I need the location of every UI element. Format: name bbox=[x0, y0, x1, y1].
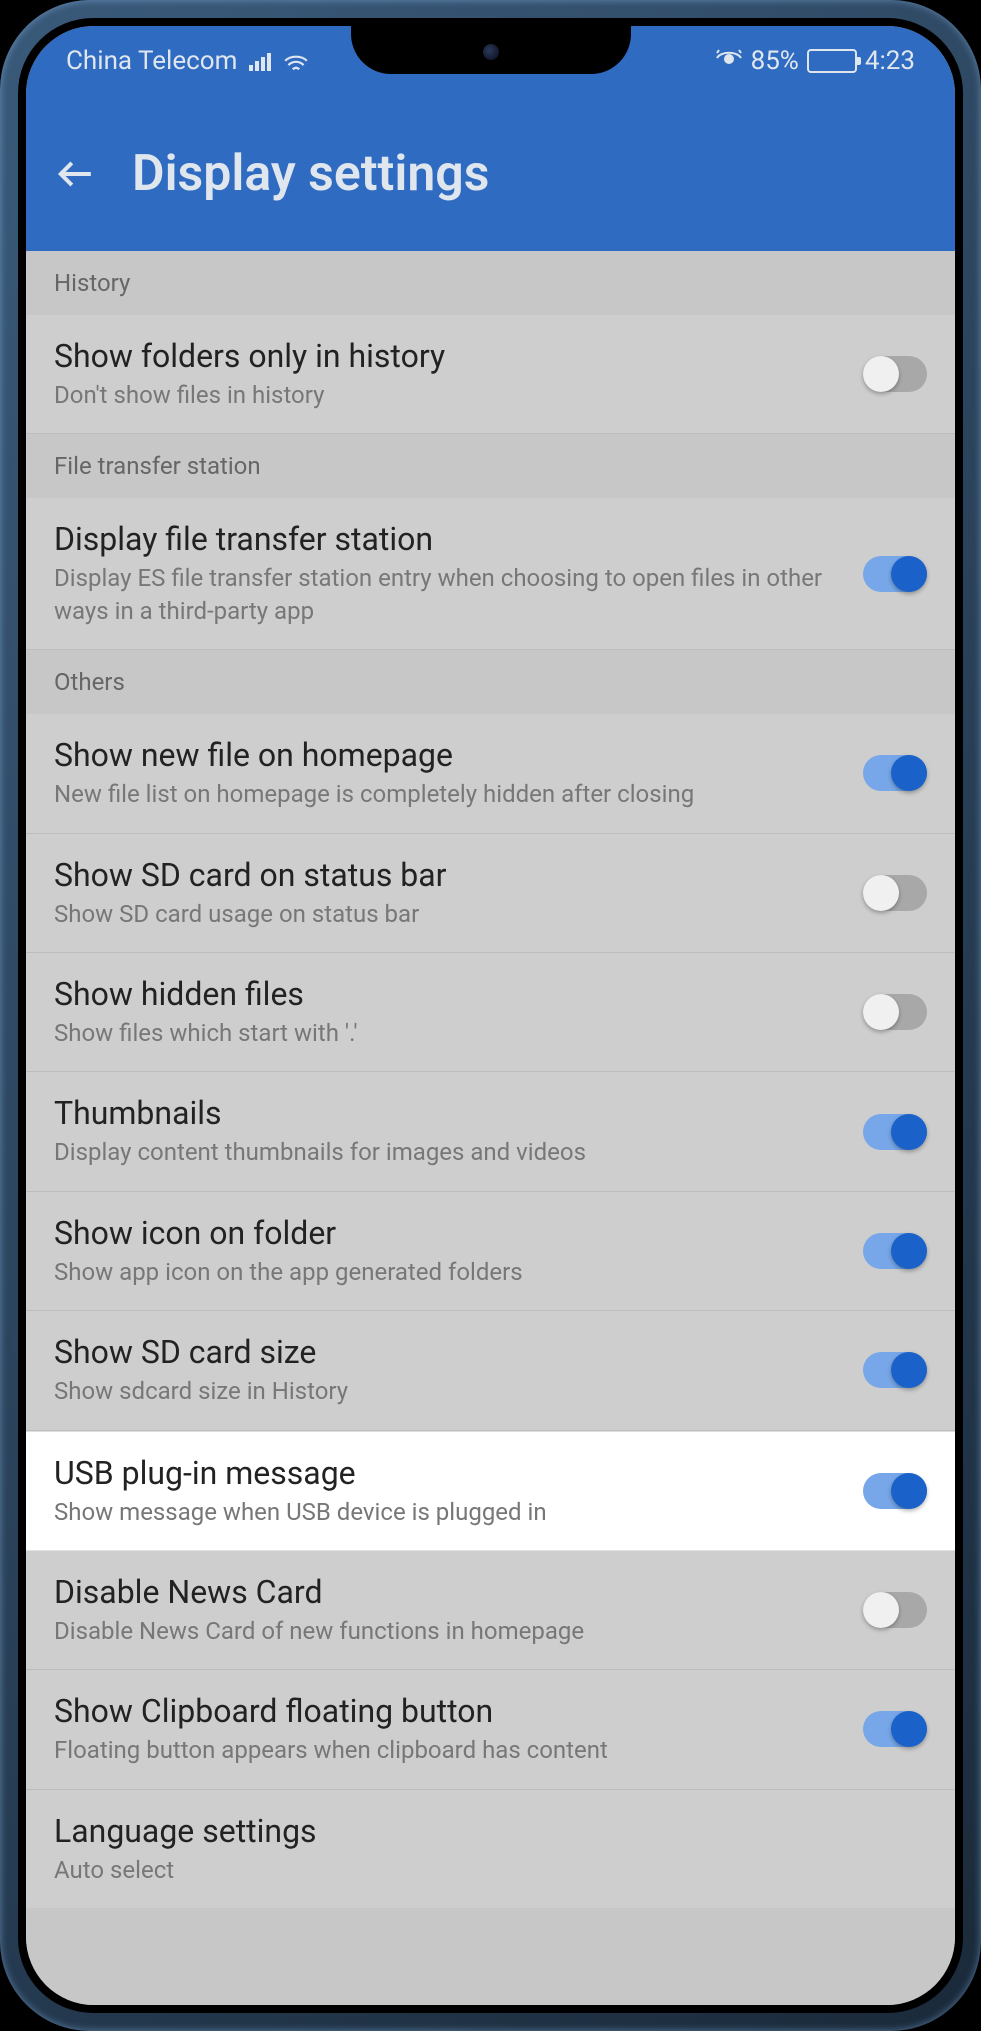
carrier-label: China Telecom bbox=[66, 46, 237, 76]
phone-frame: China Telecom bbox=[0, 0, 981, 2031]
section-others: Others bbox=[26, 650, 955, 714]
row-sub: Show app icon on the app generated folde… bbox=[54, 1256, 843, 1288]
row-text: Show new file on homepage New file list … bbox=[54, 736, 843, 810]
row-sub: Show message when USB device is plugged … bbox=[54, 1496, 843, 1528]
settings-list[interactable]: History Show folders only in history Don… bbox=[26, 251, 955, 2005]
row-text: Show hidden files Show files which start… bbox=[54, 975, 843, 1049]
signal-icon bbox=[249, 51, 271, 71]
wifi-icon bbox=[283, 51, 309, 71]
toggle-show-folders-only[interactable] bbox=[863, 356, 927, 392]
row-sub: New file list on homepage is completely … bbox=[54, 778, 843, 810]
status-left: China Telecom bbox=[66, 46, 309, 76]
back-button[interactable] bbox=[56, 155, 94, 193]
row-hidden-files[interactable]: Show hidden files Show files which start… bbox=[26, 953, 955, 1072]
toggle-clipboard-floating[interactable] bbox=[863, 1711, 927, 1747]
toggle-thumbnails[interactable] bbox=[863, 1114, 927, 1150]
row-text: Display file transfer station Display ES… bbox=[54, 520, 843, 627]
phone-inner: China Telecom bbox=[18, 18, 963, 2013]
row-thumbnails[interactable]: Thumbnails Display content thumbnails fo… bbox=[26, 1072, 955, 1191]
row-title: Show SD card on status bar bbox=[54, 856, 843, 894]
toggle-file-transfer-station[interactable] bbox=[863, 556, 927, 592]
row-title: Show folders only in history bbox=[54, 337, 843, 375]
row-title: Thumbnails bbox=[54, 1094, 843, 1132]
row-text: Disable News Card Disable News Card of n… bbox=[54, 1573, 843, 1647]
row-text: Show SD card on status bar Show SD card … bbox=[54, 856, 843, 930]
row-title: Disable News Card bbox=[54, 1573, 843, 1611]
row-sub: Floating button appears when clipboard h… bbox=[54, 1734, 843, 1766]
row-clipboard-floating[interactable]: Show Clipboard floating button Floating … bbox=[26, 1670, 955, 1789]
toggle-show-new-file[interactable] bbox=[863, 755, 927, 791]
row-sub: Display content thumbnails for images an… bbox=[54, 1136, 843, 1168]
row-sub: Auto select bbox=[54, 1854, 927, 1886]
row-icon-on-folder[interactable]: Show icon on folder Show app icon on the… bbox=[26, 1192, 955, 1311]
toggle-hidden-files[interactable] bbox=[863, 994, 927, 1030]
notch bbox=[351, 26, 631, 74]
row-sub: Display ES file transfer station entry w… bbox=[54, 562, 843, 627]
row-sub: Disable News Card of new functions in ho… bbox=[54, 1615, 843, 1647]
clock: 4:23 bbox=[865, 46, 915, 76]
row-sub: Don't show files in history bbox=[54, 379, 843, 411]
row-title: Display file transfer station bbox=[54, 520, 843, 558]
section-history: History bbox=[26, 251, 955, 315]
row-text: Show Clipboard floating button Floating … bbox=[54, 1692, 843, 1766]
battery-percent: 85% bbox=[751, 46, 799, 76]
row-disable-news[interactable]: Disable News Card Disable News Card of n… bbox=[26, 1551, 955, 1670]
section-file-transfer: File transfer station bbox=[26, 434, 955, 498]
row-sub: Show files which start with '.' bbox=[54, 1017, 843, 1049]
row-text: Thumbnails Display content thumbnails fo… bbox=[54, 1094, 843, 1168]
row-title: USB plug-in message bbox=[54, 1454, 843, 1492]
row-text: USB plug-in message Show message when US… bbox=[54, 1454, 843, 1528]
row-sub: Show sdcard size in History bbox=[54, 1375, 843, 1407]
row-file-transfer-station[interactable]: Display file transfer station Display ES… bbox=[26, 498, 955, 650]
toggle-usb-plugin[interactable] bbox=[863, 1473, 927, 1509]
row-show-folders-only[interactable]: Show folders only in history Don't show … bbox=[26, 315, 955, 434]
row-language-settings[interactable]: Language settings Auto select bbox=[26, 1790, 955, 1908]
row-sd-status-bar[interactable]: Show SD card on status bar Show SD card … bbox=[26, 834, 955, 953]
screen: China Telecom bbox=[26, 26, 955, 2005]
row-title: Show SD card size bbox=[54, 1333, 843, 1371]
row-text: Show folders only in history Don't show … bbox=[54, 337, 843, 411]
toggle-sd-card-size[interactable] bbox=[863, 1352, 927, 1388]
battery-icon bbox=[807, 49, 857, 73]
row-text: Language settings Auto select bbox=[54, 1812, 927, 1886]
eye-icon bbox=[715, 46, 743, 76]
page-title: Display settings bbox=[132, 145, 489, 203]
row-text: Show SD card size Show sdcard size in Hi… bbox=[54, 1333, 843, 1407]
row-show-new-file[interactable]: Show new file on homepage New file list … bbox=[26, 714, 955, 833]
row-sd-card-size[interactable]: Show SD card size Show sdcard size in Hi… bbox=[26, 1311, 955, 1430]
status-right: 85% 4:23 bbox=[715, 46, 915, 76]
row-sub: Show SD card usage on status bar bbox=[54, 898, 843, 930]
row-title: Language settings bbox=[54, 1812, 927, 1850]
row-title: Show icon on folder bbox=[54, 1214, 843, 1252]
row-usb-plugin[interactable]: USB plug-in message Show message when US… bbox=[26, 1431, 955, 1551]
toggle-icon-on-folder[interactable] bbox=[863, 1233, 927, 1269]
row-text: Show icon on folder Show app icon on the… bbox=[54, 1214, 843, 1288]
toggle-disable-news[interactable] bbox=[863, 1592, 927, 1628]
row-title: Show Clipboard floating button bbox=[54, 1692, 843, 1730]
toggle-sd-status-bar[interactable] bbox=[863, 875, 927, 911]
app-bar: Display settings bbox=[26, 96, 955, 251]
row-title: Show new file on homepage bbox=[54, 736, 843, 774]
row-title: Show hidden files bbox=[54, 975, 843, 1013]
